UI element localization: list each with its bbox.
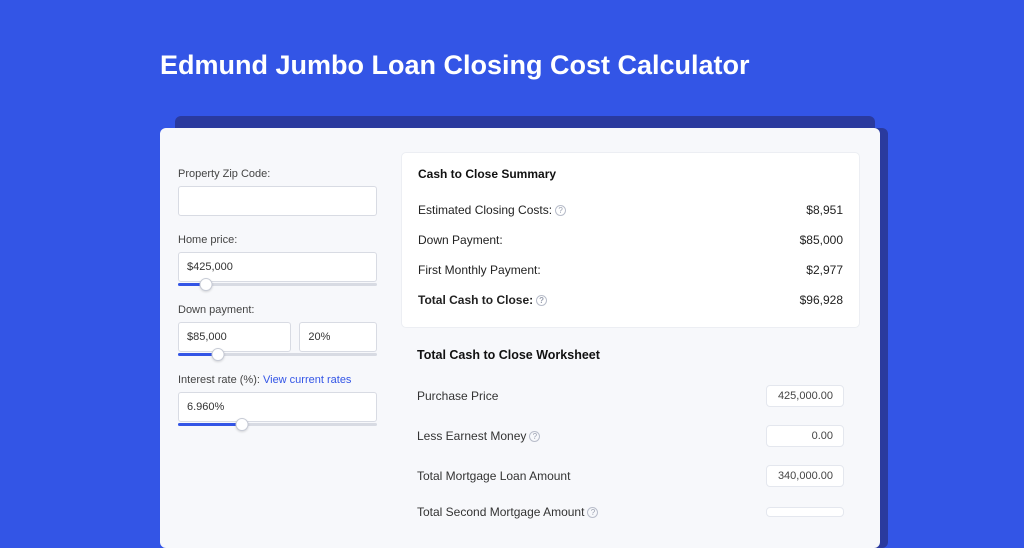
summary-row: Estimated Closing Costs:? $8,951: [418, 195, 843, 225]
down-payment-percent-input[interactable]: [299, 322, 377, 352]
summary-row: Total Cash to Close:? $96,928: [418, 285, 843, 315]
worksheet-row: Total Mortgage Loan Amount 340,000.00: [417, 456, 844, 496]
help-icon[interactable]: ?: [536, 295, 547, 306]
summary-row-label: Estimated Closing Costs:?: [418, 203, 566, 217]
interest-rate-slider-knob[interactable]: [235, 418, 248, 431]
home-price-field: Home price:: [178, 234, 377, 286]
summary-row-label: Down Payment:: [418, 233, 503, 247]
worksheet-row-label: Less Earnest Money?: [417, 429, 540, 443]
interest-rate-input[interactable]: [178, 392, 377, 422]
interest-rate-label-text: Interest rate (%):: [178, 374, 263, 386]
worksheet-row-label: Total Second Mortgage Amount?: [417, 505, 598, 519]
cash-to-close-summary: Cash to Close Summary Estimated Closing …: [401, 152, 860, 328]
summary-row-value: $85,000: [800, 233, 843, 247]
home-price-label: Home price:: [178, 234, 377, 246]
summary-row: Down Payment: $85,000: [418, 225, 843, 255]
down-payment-slider-knob[interactable]: [211, 348, 224, 361]
zip-label: Property Zip Code:: [178, 168, 377, 180]
zip-field: Property Zip Code:: [178, 168, 377, 216]
summary-row-label: Total Cash to Close:?: [418, 293, 547, 307]
summary-row-label: First Monthly Payment:: [418, 263, 541, 277]
worksheet-row-value[interactable]: 425,000.00: [766, 385, 844, 407]
help-icon[interactable]: ?: [529, 431, 540, 442]
interest-rate-field: Interest rate (%): View current rates: [178, 374, 377, 426]
down-payment-slider[interactable]: [178, 353, 377, 356]
worksheet-row: Less Earnest Money? 0.00: [417, 416, 844, 456]
summary-row-value: $96,928: [800, 293, 843, 307]
summary-row: First Monthly Payment: $2,977: [418, 255, 843, 285]
home-price-slider[interactable]: [178, 283, 377, 286]
worksheet-row-value[interactable]: 0.00: [766, 425, 844, 447]
summary-row-value: $2,977: [806, 263, 843, 277]
layout: Property Zip Code: Home price: Down paym…: [160, 128, 880, 548]
home-price-slider-knob[interactable]: [199, 278, 212, 291]
down-payment-amount-input[interactable]: [178, 322, 291, 352]
down-payment-field: Down payment:: [178, 304, 377, 356]
interest-rate-label: Interest rate (%): View current rates: [178, 374, 377, 386]
worksheet: Total Cash to Close Worksheet Purchase P…: [401, 344, 860, 528]
results-panel: Cash to Close Summary Estimated Closing …: [395, 128, 880, 548]
down-payment-label: Down payment:: [178, 304, 377, 316]
summary-heading: Cash to Close Summary: [418, 167, 843, 181]
view-current-rates-link[interactable]: View current rates: [263, 374, 351, 386]
worksheet-row-value[interactable]: [766, 507, 844, 517]
summary-row-value: $8,951: [806, 203, 843, 217]
worksheet-row-label: Purchase Price: [417, 389, 498, 403]
worksheet-row: Total Second Mortgage Amount?: [417, 496, 844, 528]
worksheet-row-label: Total Mortgage Loan Amount: [417, 469, 570, 483]
help-icon[interactable]: ?: [555, 205, 566, 216]
worksheet-row-value[interactable]: 340,000.00: [766, 465, 844, 487]
worksheet-heading: Total Cash to Close Worksheet: [417, 348, 844, 362]
page-title: Edmund Jumbo Loan Closing Cost Calculato…: [160, 50, 1024, 81]
interest-rate-slider[interactable]: [178, 423, 377, 426]
worksheet-row: Purchase Price 425,000.00: [417, 376, 844, 416]
calculator-card: Property Zip Code: Home price: Down paym…: [160, 128, 880, 548]
interest-rate-slider-fill: [178, 423, 242, 426]
zip-input[interactable]: [178, 186, 377, 216]
help-icon[interactable]: ?: [587, 507, 598, 518]
inputs-panel: Property Zip Code: Home price: Down paym…: [160, 128, 395, 548]
